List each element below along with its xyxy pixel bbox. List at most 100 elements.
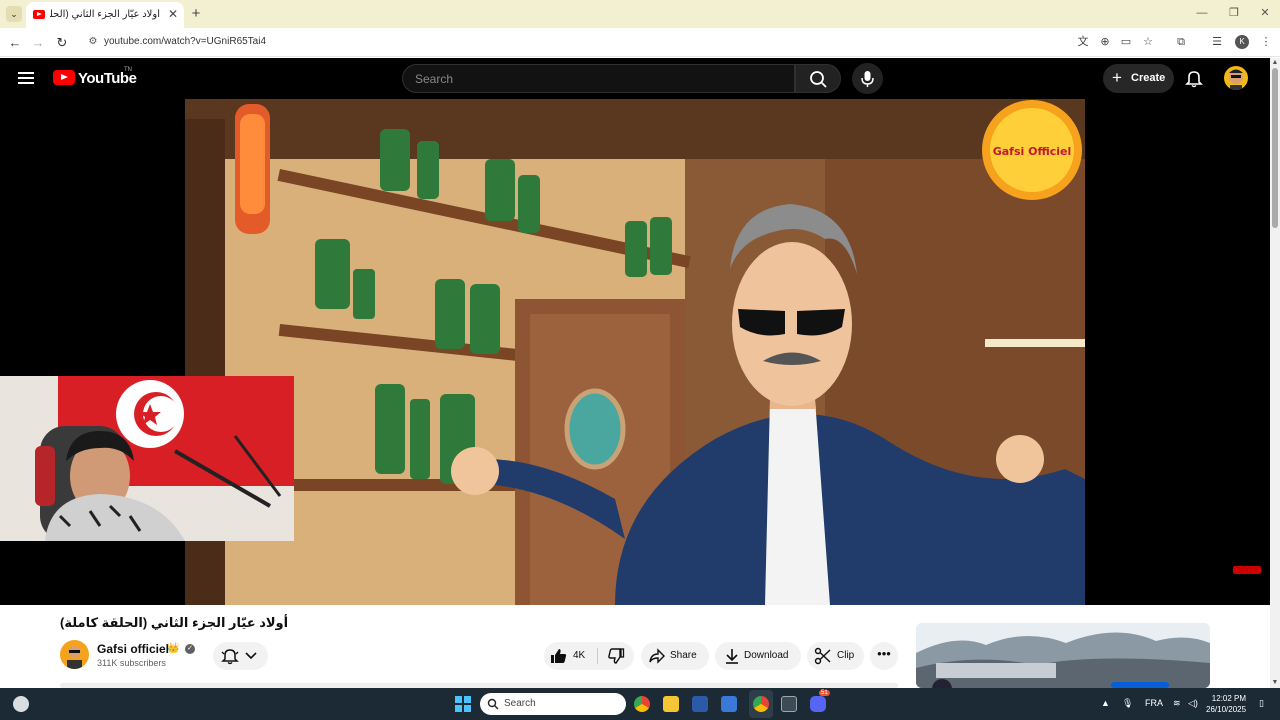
- dislike-button[interactable]: [598, 642, 634, 670]
- clock-time: 12:02 PM: [1211, 694, 1247, 703]
- page-scrollbar[interactable]: ▲ ▼: [1270, 58, 1280, 688]
- download-icon: [726, 649, 738, 664]
- guide-menu-icon[interactable]: [18, 72, 34, 84]
- channel-name[interactable]: Gafsi officiel: [97, 642, 169, 656]
- notification-bell-icon: [221, 649, 239, 665]
- scroll-down-arrow-icon[interactable]: ▼: [1271, 678, 1279, 688]
- video-player[interactable]: Gafsi Officiel: [0, 99, 1270, 605]
- share-button[interactable]: Share: [641, 642, 709, 670]
- screen: { "browser": { "tab_title": "أولاد عيّار…: [0, 0, 1280, 720]
- app-icon[interactable]: [781, 696, 797, 712]
- share-label: Share: [670, 650, 697, 661]
- discord-icon[interactable]: 51: [810, 690, 830, 712]
- taskbar-search-icon: [487, 698, 499, 710]
- search-input[interactable]: Search: [402, 64, 795, 93]
- create-label: Create: [1131, 72, 1166, 84]
- clip-button[interactable]: Clip: [807, 642, 864, 670]
- search-button[interactable]: [795, 64, 841, 93]
- browser-tab[interactable]: أولاد عيّار الجزء الثاني (الحلقة ✕: [26, 2, 184, 28]
- notification-center-icon[interactable]: ▯: [1259, 698, 1264, 709]
- clip-label: Clip: [837, 650, 855, 661]
- more-actions-button[interactable]: •••: [870, 642, 898, 670]
- crown-badge-icon: 👑: [167, 643, 180, 654]
- address-bar[interactable]: ⚙ youtube.com/watch?v=UGniR65Tai4: [80, 30, 1080, 54]
- plus-icon: +: [1112, 68, 1122, 87]
- new-tab-button[interactable]: +: [187, 5, 205, 23]
- subscription-notification-button[interactable]: [213, 642, 268, 670]
- taskbar-search-box[interactable]: Search: [480, 693, 626, 715]
- taskbar-search-label: Search: [504, 698, 536, 709]
- volume-icon[interactable]: ◁): [1188, 698, 1198, 709]
- video-frame[interactable]: Gafsi Officiel: [185, 99, 1085, 605]
- scissors-icon: [814, 647, 831, 665]
- tray-overflow-icon[interactable]: ▲: [1101, 698, 1110, 708]
- video-title: أولاد عيّار الجزء الثاني (الحلقة كاملة): [60, 615, 289, 630]
- mail-icon[interactable]: [721, 696, 737, 712]
- avatar-face-icon: [1229, 69, 1243, 90]
- tab-search-button[interactable]: ⌄: [6, 6, 22, 22]
- mic-tray-icon[interactable]: 🎙: [1122, 698, 1133, 709]
- scrollbar-thumb[interactable]: [1272, 68, 1278, 228]
- thumbs-down-icon: [608, 648, 625, 664]
- like-count: 4K: [573, 650, 586, 661]
- youtube-favicon-icon: [33, 10, 45, 19]
- bell-icon: [1185, 71, 1203, 88]
- webcam-scene: [0, 376, 294, 541]
- site-info-icon[interactable]: ⚙: [87, 36, 99, 48]
- weather-widget-icon[interactable]: [13, 696, 29, 712]
- restore-button[interactable]: ❐: [1219, 4, 1249, 22]
- thumbnail-image: [916, 623, 1210, 688]
- clock-date: 26/10/2025: [1206, 705, 1247, 714]
- extensions-icon[interactable]: ⧉: [1173, 34, 1189, 50]
- recommended-video-thumbnail[interactable]: [916, 623, 1210, 688]
- windows-taskbar: Search 51 ▲ 🎙 FRA ≋ ◁) 12:02 PM 26/10/20…: [0, 688, 1280, 720]
- profile-avatar[interactable]: K: [1235, 35, 1249, 49]
- share-arrow-icon: [649, 648, 665, 664]
- create-button[interactable]: + Create: [1103, 64, 1174, 93]
- close-tab-icon[interactable]: ✕: [166, 7, 180, 21]
- account-avatar[interactable]: [1224, 66, 1248, 90]
- like-button[interactable]: 4K: [544, 642, 597, 670]
- language-indicator[interactable]: FRA: [1145, 698, 1163, 708]
- voice-search-button[interactable]: [852, 63, 883, 94]
- chrome-active-icon[interactable]: [753, 696, 769, 712]
- discord-badge: 51: [819, 690, 830, 696]
- reload-icon[interactable]: ↻: [53, 34, 71, 52]
- minimize-button[interactable]: —: [1187, 4, 1217, 22]
- reading-list-icon[interactable]: ☰: [1209, 34, 1225, 50]
- system-clock[interactable]: 12:02 PM 26/10/2025: [1206, 693, 1246, 715]
- wifi-icon[interactable]: ≋: [1173, 698, 1181, 709]
- forward-icon[interactable]: →: [29, 34, 47, 52]
- download-button[interactable]: Download: [715, 642, 801, 670]
- search-icon: [810, 71, 827, 88]
- back-icon[interactable]: ←: [6, 34, 24, 52]
- verified-check-icon: ✓: [185, 644, 195, 654]
- channel-watermark-text: Gafsi Officiel: [993, 145, 1072, 158]
- subscriber-count: 311K subscribers: [97, 658, 166, 668]
- store-icon[interactable]: [692, 696, 708, 712]
- webcam-overlay: [0, 376, 294, 541]
- microphone-icon: [861, 71, 874, 87]
- file-explorer-icon[interactable]: [663, 696, 679, 712]
- close-window-button[interactable]: ✕: [1250, 4, 1280, 22]
- cast-icon[interactable]: ▭: [1118, 34, 1134, 50]
- browser-menu-icon[interactable]: ⋮: [1258, 34, 1274, 50]
- browser-tab-strip: ⌄ أولاد عيّار الجزء الثاني (الحلقة ✕ + —…: [0, 0, 1280, 28]
- youtube-header: YouTube TN Search + Create: [0, 58, 1270, 99]
- bookmark-star-icon[interactable]: ☆: [1140, 34, 1156, 50]
- logo-country-code: TN: [124, 67, 132, 73]
- translate-icon[interactable]: 文: [1075, 34, 1091, 50]
- tab-title: أولاد عيّار الجزء الثاني (الحلقة: [50, 9, 160, 20]
- youtube-logo-icon[interactable]: [53, 70, 75, 85]
- browser-toolbar: ← → ↻ ⚙ youtube.com/watch?v=UGniR65Tai4 …: [0, 28, 1280, 57]
- chrome-icon[interactable]: [634, 696, 650, 712]
- download-label: Download: [744, 650, 789, 661]
- scroll-up-arrow-icon[interactable]: ▲: [1271, 58, 1279, 68]
- start-windows-icon[interactable]: [455, 696, 471, 712]
- subscribe-watermark-button[interactable]: [1233, 566, 1261, 574]
- channel-avatar[interactable]: [60, 640, 89, 669]
- notifications-button[interactable]: [1183, 67, 1205, 89]
- address-url: youtube.com/watch?v=UGniR65Tai4: [104, 36, 267, 47]
- like-dislike-group: 4K: [544, 642, 634, 670]
- zoom-icon[interactable]: ⊕: [1097, 34, 1113, 50]
